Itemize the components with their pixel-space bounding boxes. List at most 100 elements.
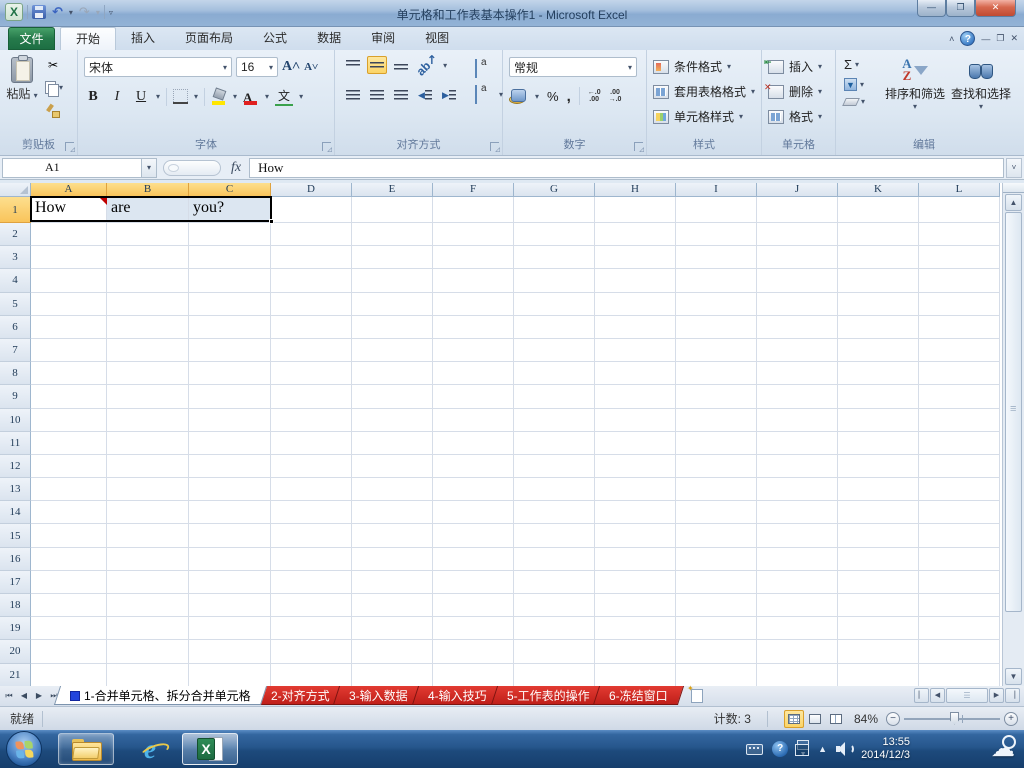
volume-icon[interactable] <box>836 742 855 756</box>
select-all-corner[interactable] <box>0 183 31 197</box>
insert-function-button[interactable]: fx <box>231 160 241 176</box>
zoom-in-button[interactable]: + <box>1004 711 1018 726</box>
fill-button[interactable]: ▼ ▾ <box>844 78 865 91</box>
font-dialog-launcher[interactable] <box>322 142 332 153</box>
row-header-20[interactable]: 20 <box>0 640 31 664</box>
cell-L8[interactable] <box>919 362 1000 386</box>
cell-D17[interactable] <box>271 570 352 594</box>
cell-C21[interactable] <box>189 663 271 686</box>
decrease-decimal-button[interactable]: .00 →.0 <box>609 89 622 103</box>
cell-D6[interactable] <box>271 315 352 339</box>
cell-F13[interactable] <box>433 478 514 502</box>
cell-C13[interactable] <box>189 478 271 502</box>
row-header-5[interactable]: 5 <box>0 292 31 316</box>
align-middle-button[interactable] <box>367 56 387 74</box>
cell-J17[interactable] <box>757 570 838 594</box>
column-header-H[interactable]: H <box>595 183 676 197</box>
cell-J2[interactable] <box>757 223 838 247</box>
cell-E7[interactable] <box>352 338 433 363</box>
cell-L11[interactable] <box>919 431 1000 455</box>
fill-color-dropdown[interactable]: ▾ <box>233 92 237 101</box>
cell-C6[interactable] <box>189 315 271 339</box>
font-color-dropdown[interactable]: ▾ <box>265 92 269 101</box>
cell-H14[interactable] <box>595 501 676 525</box>
cell-F14[interactable] <box>433 501 514 525</box>
clear-button[interactable]: ▾ <box>842 97 865 106</box>
cell-I15[interactable] <box>676 524 757 548</box>
cell-G14[interactable] <box>514 501 595 525</box>
cell-I5[interactable] <box>676 292 757 316</box>
cell-L15[interactable] <box>919 524 1000 548</box>
cell-I17[interactable] <box>676 570 757 594</box>
cell-F2[interactable] <box>433 223 514 247</box>
cell-J7[interactable] <box>757 338 838 363</box>
workbook-minimize-button[interactable]: — <box>981 34 990 44</box>
cell-B19[interactable] <box>107 617 189 641</box>
cell-D7[interactable] <box>271 338 352 363</box>
cell-F20[interactable] <box>433 640 514 664</box>
row-header-19[interactable]: 19 <box>0 617 31 641</box>
cell-I1[interactable] <box>676 197 757 223</box>
cell-A16[interactable] <box>31 547 107 571</box>
cell-E13[interactable] <box>352 478 433 502</box>
taskbar-clock[interactable]: 13:55 2014/12/3 <box>861 736 910 762</box>
cell-A15[interactable] <box>31 524 107 548</box>
cell-H11[interactable] <box>595 431 676 455</box>
redo-button[interactable]: ↷ <box>77 4 92 20</box>
cell-B9[interactable] <box>107 385 189 409</box>
cell-K21[interactable] <box>838 663 919 686</box>
cell-B1[interactable]: are <box>107 197 189 223</box>
cell-G9[interactable] <box>514 385 595 409</box>
cell-D20[interactable] <box>271 640 352 664</box>
cell-H5[interactable] <box>595 292 676 316</box>
cell-J16[interactable] <box>757 547 838 571</box>
cell-K13[interactable] <box>838 478 919 502</box>
zoom-slider-track[interactable] <box>904 711 1000 725</box>
phonetic-guide-button[interactable]: 文 <box>275 87 294 106</box>
cell-J5[interactable] <box>757 292 838 316</box>
cell-F3[interactable] <box>433 246 514 270</box>
ribbon-tab-公式[interactable]: 公式 <box>248 27 302 50</box>
cell-D11[interactable] <box>271 431 352 455</box>
cell-D19[interactable] <box>271 617 352 641</box>
cell-D16[interactable] <box>271 547 352 571</box>
font-name-select[interactable]: 宋体 ▾ <box>84 57 232 77</box>
cell-F15[interactable] <box>433 524 514 548</box>
cell-J18[interactable] <box>757 594 838 618</box>
cell-L3[interactable] <box>919 246 1000 270</box>
cell-A8[interactable] <box>31 362 107 386</box>
cell-H9[interactable] <box>595 385 676 409</box>
cell-A11[interactable] <box>31 431 107 455</box>
sheet-nav-next[interactable]: ▶ <box>32 688 46 704</box>
cell-A12[interactable] <box>31 454 107 479</box>
cell-F8[interactable] <box>433 362 514 386</box>
cell-K6[interactable] <box>838 315 919 339</box>
cell-H20[interactable] <box>595 640 676 664</box>
sheet-tab-1[interactable]: 1-合并单元格、拆分合并单元格 <box>53 686 267 705</box>
cell-K14[interactable] <box>838 501 919 525</box>
cell-J13[interactable] <box>757 478 838 502</box>
row-header-11[interactable]: 11 <box>0 431 31 455</box>
cell-J4[interactable] <box>757 269 838 293</box>
cell-G19[interactable] <box>514 617 595 641</box>
italic-button[interactable]: I <box>108 89 126 105</box>
minimize-button[interactable]: — <box>917 0 946 17</box>
cell-J21[interactable] <box>757 663 838 686</box>
cell-J19[interactable] <box>757 617 838 641</box>
row-header-16[interactable]: 16 <box>0 547 31 571</box>
vertical-scrollbar[interactable]: ▲ ▼ <box>1002 183 1024 686</box>
cell-H6[interactable] <box>595 315 676 339</box>
cell-C3[interactable] <box>189 246 271 270</box>
conditional-formatting-button[interactable]: 条件格式 ▾ <box>653 58 731 75</box>
font-color-button[interactable]: A <box>243 89 259 105</box>
percent-style-button[interactable]: % <box>547 89 559 104</box>
cell-I13[interactable] <box>676 478 757 502</box>
cell-F11[interactable] <box>433 431 514 455</box>
cell-E17[interactable] <box>352 570 433 594</box>
vertical-split-handle[interactable] <box>1003 183 1024 193</box>
cell-G5[interactable] <box>514 292 595 316</box>
ribbon-tab-审阅[interactable]: 审阅 <box>356 27 410 50</box>
cell-L10[interactable] <box>919 408 1000 432</box>
ribbon-tab-插入[interactable]: 插入 <box>116 27 170 50</box>
column-header-G[interactable]: G <box>514 183 595 197</box>
